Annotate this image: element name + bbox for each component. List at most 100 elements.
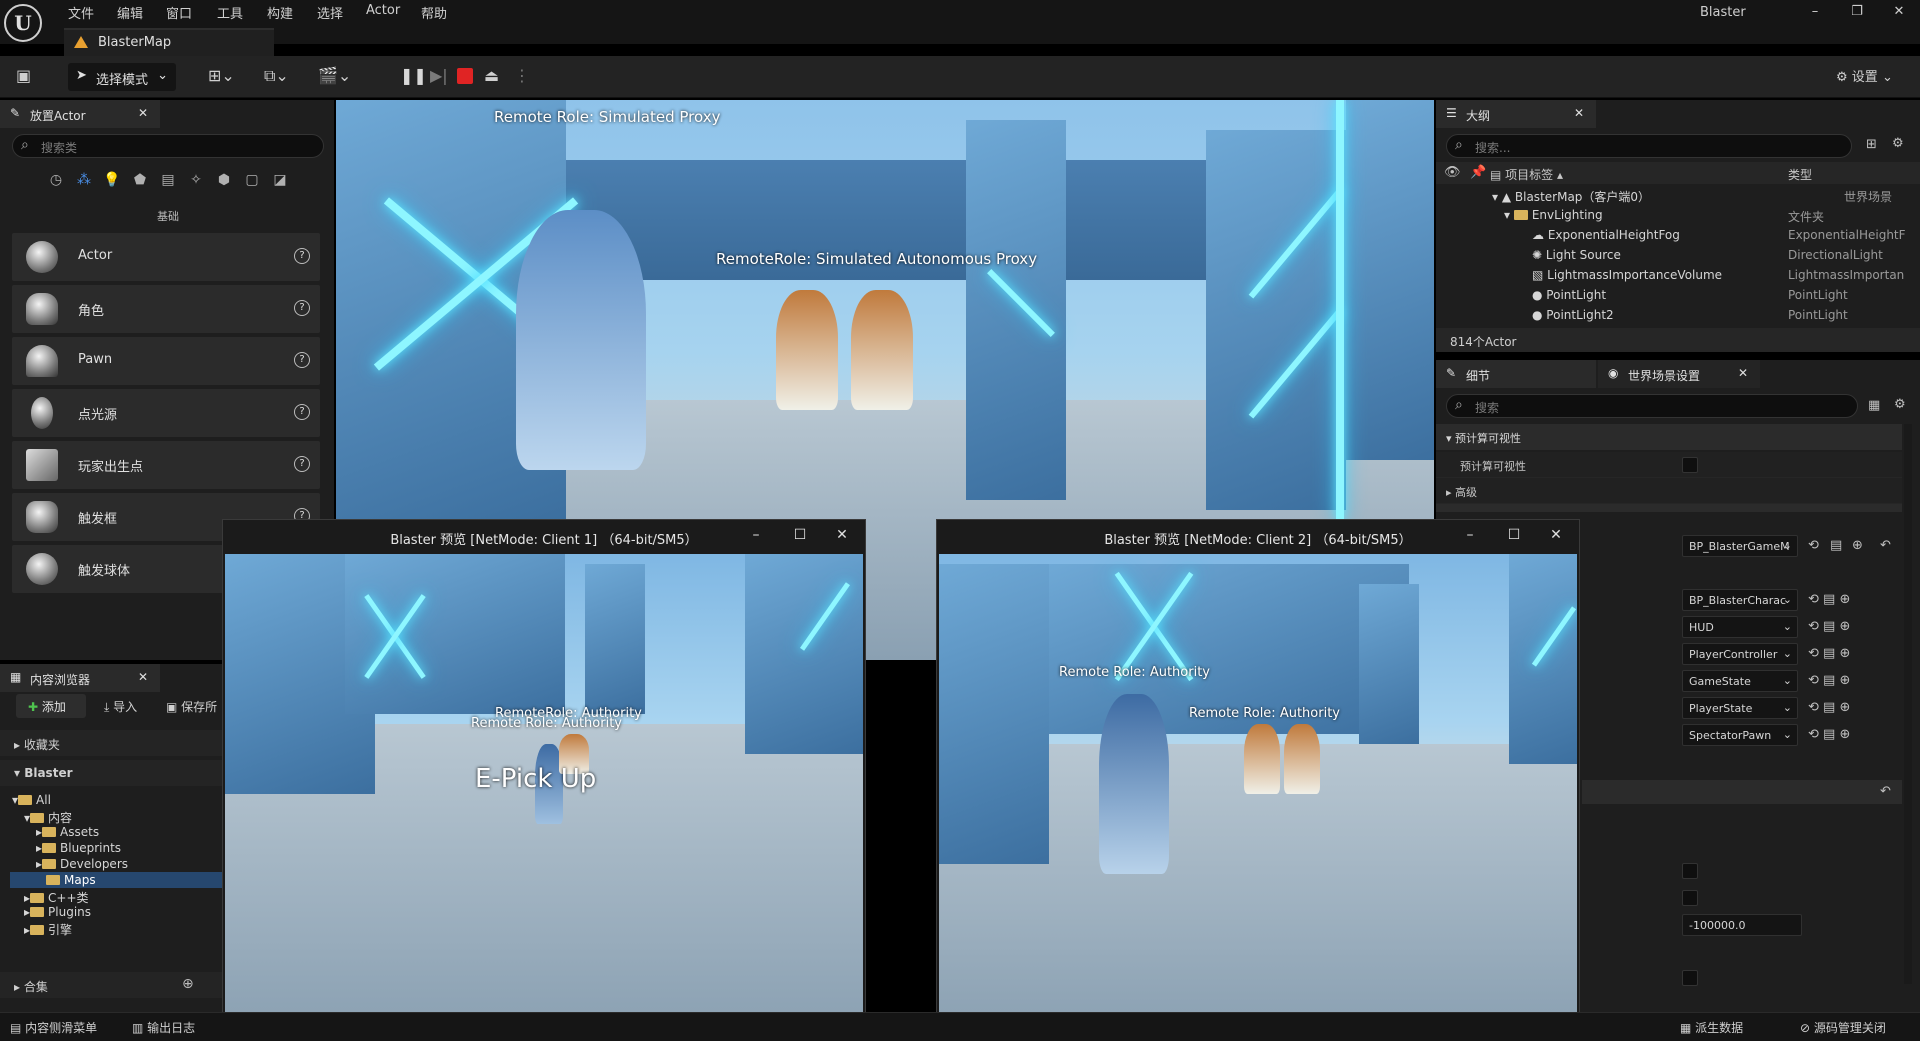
details-tab[interactable]: ✎ 细节	[1436, 360, 1596, 388]
menu-edit[interactable]: 编辑	[117, 3, 143, 22]
restore-icon[interactable]: ❐	[1842, 4, 1872, 19]
minimize-icon[interactable]: –	[743, 527, 769, 543]
project-header[interactable]: ▾ Blaster	[14, 766, 73, 780]
unreal-logo-icon[interactable]: U	[4, 4, 42, 42]
game-mode-dropdown[interactable]: BP_BlasterGameM ⌄	[1682, 535, 1798, 557]
property-checkbox[interactable]	[1682, 890, 1698, 906]
add-content-icon[interactable]: ⊞⌄	[208, 66, 235, 85]
lights-icon[interactable]: 💡	[100, 172, 124, 194]
details-search-input[interactable]: ⌕ 搜索	[1446, 394, 1858, 418]
help-icon[interactable]: ?	[294, 456, 310, 472]
outliner-row[interactable]: ▾ EnvLighting 文件夹	[1504, 208, 1912, 228]
eject-icon[interactable]: ⏏	[484, 66, 499, 85]
client2-game-view[interactable]: Remote Role: Authority Remote Role: Auth…	[939, 554, 1577, 1032]
save-all-button[interactable]: ▣ 保存所	[166, 698, 217, 715]
precomputed-checkbox[interactable]	[1682, 457, 1698, 473]
player-controller-dropdown[interactable]: PlayerController ⌄	[1682, 643, 1798, 665]
new-folder-icon[interactable]: ⊞	[1866, 137, 1877, 152]
level-tab[interactable]: BlasterMap	[64, 28, 274, 56]
browse-back-icon[interactable]: ⟲	[1808, 538, 1819, 553]
table-view-icon[interactable]: ▦	[1868, 398, 1880, 413]
gear-icon[interactable]: ⚙	[1892, 136, 1904, 151]
menu-actor[interactable]: Actor	[366, 3, 400, 18]
client1-game-view[interactable]: RemoteRole: Authority Remote Role: Autho…	[225, 554, 863, 1032]
reset-icon[interactable]: ↶	[1880, 784, 1891, 799]
help-icon[interactable]: ?	[294, 248, 310, 264]
tree-item-all[interactable]: ▾ All	[12, 793, 51, 807]
visual-effects-icon[interactable]: ✧	[184, 172, 208, 194]
add-collection-icon[interactable]: ⊕	[182, 976, 194, 992]
close-icon[interactable]: ✕	[1543, 527, 1569, 543]
outliner-tab[interactable]: ☰ 大纲 ✕	[1436, 100, 1596, 128]
menu-tools[interactable]: 工具	[217, 3, 243, 22]
client1-preview-window[interactable]: U Blaster 预览 [NetMode: Client 1] （64-bit…	[222, 519, 866, 1035]
outliner-row[interactable]: ▧ LightmassImportanceVolume LightmassImpo…	[1532, 268, 1912, 288]
select-mode-button[interactable]: ➤ 选择模式 ⌄	[68, 63, 176, 91]
step-icon[interactable]: ▶|	[430, 66, 448, 85]
import-button[interactable]: ⤓ 导入	[104, 698, 137, 715]
menu-select[interactable]: 选择	[317, 3, 343, 22]
output-log-button[interactable]: ▥ 输出日志	[132, 1019, 195, 1036]
reset-icon[interactable]: ↶	[1880, 538, 1891, 553]
tree-item-content[interactable]: ▾ 内容	[24, 809, 72, 826]
actor-item-player-start[interactable]: 玩家出生点 ?	[12, 441, 320, 489]
eye-icon[interactable]: 👁	[1444, 165, 1461, 180]
close-icon[interactable]: ✕	[1884, 4, 1914, 19]
browse-back-icon[interactable]: ⟲ ▤ ⊕	[1808, 592, 1850, 607]
browse-back-icon[interactable]: ⟲ ▤ ⊕	[1808, 619, 1850, 634]
add-button[interactable]: ✚ 添加	[16, 694, 86, 718]
property-checkbox[interactable]	[1682, 863, 1698, 879]
pawn-class-dropdown[interactable]: BP_BlasterCharac ⌄	[1682, 589, 1798, 611]
browse-back-icon[interactable]: ⟲ ▤ ⊕	[1808, 700, 1850, 715]
content-browser-tab[interactable]: ▦ 内容浏览器 ✕	[0, 664, 160, 692]
minimize-icon[interactable]: –	[1800, 4, 1830, 19]
world-settings-tab[interactable]: ◉ 世界场景设置 ✕	[1598, 360, 1760, 388]
close-icon[interactable]: ✕	[829, 527, 855, 543]
tree-item-blueprints[interactable]: ▸ Blueprints	[36, 841, 121, 855]
actor-item-pawn[interactable]: Pawn ?	[12, 337, 320, 385]
advanced-expander[interactable]: ▸ 高级	[1446, 484, 1477, 500]
player-state-dropdown[interactable]: PlayerState ⌄	[1682, 697, 1798, 719]
cinematic-icon[interactable]: ▤	[156, 172, 180, 194]
number-input[interactable]: -100000.0	[1682, 914, 1802, 936]
menu-file[interactable]: 文件	[68, 3, 94, 22]
derived-data-button[interactable]: ▦ 派生数据	[1680, 1019, 1743, 1036]
source-control-button[interactable]: ⊘ 源码管理关闭	[1800, 1019, 1886, 1036]
close-tab-icon[interactable]: ✕	[1738, 366, 1748, 380]
place-actors-tab[interactable]: ✎ 放置Actor ✕	[0, 100, 160, 128]
stop-icon[interactable]	[457, 68, 473, 84]
tree-item-assets[interactable]: ▸ Assets	[36, 825, 99, 839]
favorites-header[interactable]: ▸ 收藏夹	[14, 736, 60, 753]
actor-item-point-light[interactable]: 点光源 ?	[12, 389, 320, 437]
outliner-row[interactable]: ▾ ▲ BlasterMap（客户端0） 世界场景	[1492, 188, 1912, 208]
minimize-icon[interactable]: –	[1457, 527, 1483, 543]
maximize-icon[interactable]: ☐	[787, 527, 813, 543]
tree-item-developers[interactable]: ▸ Developers	[36, 857, 128, 871]
collections-header[interactable]: ▸ 合集	[14, 978, 48, 995]
settings-button[interactable]: ⚙ 设置 ⌄	[1836, 66, 1893, 85]
client2-preview-window[interactable]: U Blaster 预览 [NetMode: Client 2] （64-bit…	[936, 519, 1580, 1035]
property-checkbox[interactable]	[1682, 970, 1698, 986]
browse-back-icon[interactable]: ⟲ ▤ ⊕	[1808, 673, 1850, 688]
column-type[interactable]: 类型	[1788, 166, 1812, 183]
hud-class-dropdown[interactable]: HUD ⌄	[1682, 616, 1798, 638]
game-state-dropdown[interactable]: GameState ⌄	[1682, 670, 1798, 692]
menu-window[interactable]: 窗口	[166, 3, 192, 22]
details-scrollbar[interactable]	[1904, 424, 1912, 984]
actor-item-character[interactable]: 角色 ?	[12, 285, 320, 333]
browse-folder-icon[interactable]: ▤	[1830, 538, 1842, 553]
actor-item-actor[interactable]: Actor ?	[12, 233, 320, 281]
spectator-pawn-dropdown[interactable]: SpectatorPawn ⌄	[1682, 724, 1798, 746]
shapes-icon[interactable]: ⬟	[128, 172, 152, 194]
outliner-row[interactable]: ● PointLight2 PointLight	[1532, 308, 1912, 328]
outliner-row[interactable]: ✺ Light Source DirectionalLight	[1532, 248, 1912, 268]
content-drawer-button[interactable]: ▤ 内容侧滑菜单	[10, 1019, 97, 1036]
close-tab-icon[interactable]: ✕	[138, 670, 148, 684]
section-precomputed[interactable]: ▾ 预计算可视性	[1446, 430, 1521, 446]
maximize-icon[interactable]: ☐	[1501, 527, 1527, 543]
geometry-icon[interactable]: ◪	[268, 172, 292, 194]
recent-icon[interactable]: ◷	[44, 172, 68, 194]
help-icon[interactable]: ?	[294, 352, 310, 368]
more-options-icon[interactable]: ⋮	[514, 66, 530, 85]
outliner-search-input[interactable]: ⌕ 搜索...	[1446, 134, 1852, 158]
